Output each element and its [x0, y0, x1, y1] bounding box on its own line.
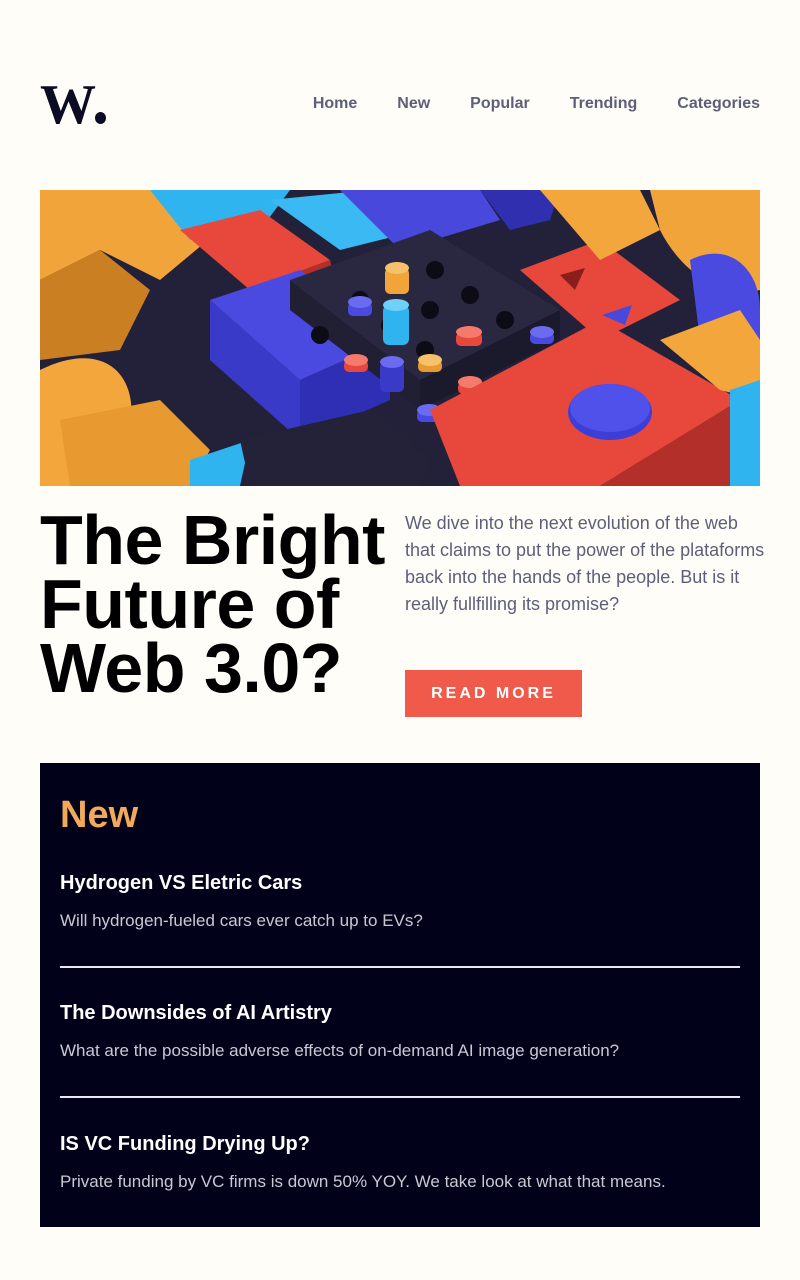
- article-summary: We dive into the next evolution of the w…: [405, 513, 765, 614]
- article-item[interactable]: The Downsides of AI Artistry What are th…: [60, 1001, 740, 1062]
- article-title[interactable]: The Downsides of AI Artistry: [60, 1001, 740, 1025]
- article-description: Will hydrogen-fueled cars ever catch up …: [60, 911, 423, 930]
- nav-home-link[interactable]: Home: [313, 94, 357, 114]
- hero-image[interactable]: [40, 190, 760, 486]
- logo-dot-icon: [95, 112, 106, 124]
- article-item[interactable]: Hydrogen VS Eletric Cars Will hydrogen-f…: [60, 871, 740, 932]
- article-headline: The Bright Future of Web 3.0?: [40, 501, 385, 707]
- divider: [60, 966, 740, 968]
- divider: [60, 1096, 740, 1098]
- nav-popular-link[interactable]: Popular: [470, 94, 530, 114]
- nav-categories-link[interactable]: Categories: [677, 94, 760, 114]
- main-nav: Home New Popular Trending Categories: [313, 94, 760, 114]
- nav-new-link[interactable]: New: [397, 94, 430, 114]
- article-item[interactable]: IS VC Funding Drying Up? Private funding…: [60, 1132, 740, 1193]
- site-logo[interactable]: W: [40, 74, 106, 136]
- article-title[interactable]: Hydrogen VS Eletric Cars: [60, 871, 740, 895]
- article-description: What are the possible adverse effects of…: [60, 1041, 620, 1060]
- article-description: Private funding by VC firms is down 50% …: [60, 1172, 666, 1191]
- colorful-blocks-illustration-icon: [40, 190, 760, 486]
- section-title: New: [60, 794, 139, 836]
- new-articles-section: New Hydrogen VS Eletric Cars Will hydrog…: [40, 763, 760, 1227]
- nav-trending-link[interactable]: Trending: [570, 94, 638, 114]
- logo-text: W: [40, 74, 96, 136]
- article-title[interactable]: IS VC Funding Drying Up?: [60, 1132, 740, 1156]
- read-more-button[interactable]: READ MORE: [405, 670, 582, 717]
